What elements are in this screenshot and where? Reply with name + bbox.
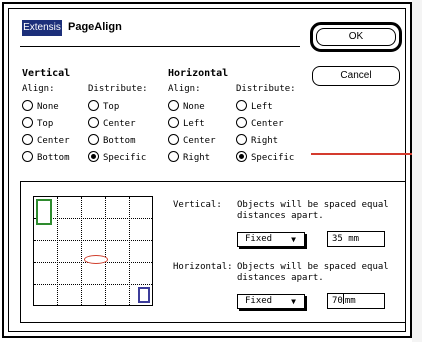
- radio-label: Left: [183, 119, 205, 129]
- horizontal-spacing-mode-popup[interactable]: Fixed ▼: [237, 294, 305, 309]
- radio-label: Bottom: [37, 153, 70, 163]
- title-divider: [20, 46, 300, 47]
- horizontal-distribute-label: Distribute:: [236, 84, 296, 94]
- horizontal-spacing-label: Horizontal:: [173, 262, 233, 272]
- horizontal-align-label: Align:: [168, 84, 201, 94]
- vertical-align-center-radio[interactable]: Center: [22, 134, 70, 148]
- grid-line: [57, 197, 58, 305]
- popup-arrow-icon: ▼: [291, 297, 296, 306]
- radio-circle-icon: [168, 100, 179, 111]
- radio-circle-icon: [168, 151, 179, 162]
- vertical-distribute-center-radio[interactable]: Center: [88, 117, 136, 131]
- horizontal-distribute-right-radio[interactable]: Right: [236, 134, 278, 148]
- radio-circle-icon: [22, 117, 33, 128]
- input-unit: mm: [344, 296, 356, 306]
- annotation-line: [311, 153, 420, 155]
- radio-label: Center: [37, 136, 70, 146]
- radio-circle-icon: [88, 100, 99, 111]
- radio-label: Top: [103, 102, 120, 112]
- radio-circle-icon: [22, 100, 33, 111]
- vertical-distribute-label: Distribute:: [88, 84, 148, 94]
- radio-label: Bottom: [103, 136, 136, 146]
- dialog-title: PageAlign: [68, 21, 122, 33]
- grid-line: [34, 284, 152, 285]
- extensis-logo: Extensis: [22, 20, 62, 36]
- grid-line: [129, 197, 130, 305]
- radio-circle-icon: [22, 134, 33, 145]
- radio-label: None: [183, 102, 205, 112]
- horizontal-distribute-left-radio[interactable]: Left: [236, 100, 273, 114]
- spacing-panel: Vertical: Objects will be spaced equal d…: [20, 181, 406, 323]
- horizontal-align-center-radio[interactable]: Center: [168, 134, 216, 148]
- radio-label: None: [37, 102, 59, 112]
- vertical-distribute-specific-radio[interactable]: Specific: [88, 151, 146, 165]
- ok-button-default-ring: OK: [310, 22, 402, 52]
- horizontal-spacing-description-2: distances apart.: [237, 273, 324, 283]
- vertical-spacing-description-2: distances apart.: [237, 211, 324, 221]
- preview-object-rectangle-green: [36, 199, 52, 225]
- vertical-align-none-radio[interactable]: None: [22, 100, 59, 114]
- radio-selected-icon: [236, 151, 247, 162]
- vertical-align-bottom-radio[interactable]: Bottom: [22, 151, 70, 165]
- preview-object-oval-red: [84, 255, 108, 264]
- preview-object-rectangle-blue: [138, 287, 150, 303]
- radio-label: Specific: [251, 153, 295, 163]
- radio-label: Left: [251, 102, 273, 112]
- radio-circle-icon: [236, 117, 247, 128]
- radio-label: Right: [251, 136, 279, 146]
- radio-label: Center: [251, 119, 284, 129]
- vertical-spacing-label: Vertical:: [173, 200, 222, 210]
- grid-line: [81, 197, 82, 305]
- popup-value: Fixed: [245, 234, 273, 244]
- vertical-distribute-bottom-radio[interactable]: Bottom: [88, 134, 136, 148]
- radio-circle-icon: [88, 134, 99, 145]
- popup-value: Fixed: [245, 296, 273, 306]
- grid-line: [105, 197, 106, 305]
- radio-circle-icon: [88, 117, 99, 128]
- radio-circle-icon: [236, 100, 247, 111]
- vertical-spacing-input[interactable]: 35 mm: [327, 231, 385, 247]
- radio-label: Top: [37, 119, 54, 129]
- cancel-button[interactable]: Cancel: [312, 66, 400, 86]
- horizontal-spacing-description: Objects will be spaced equal: [237, 262, 389, 272]
- layout-preview-grid: [33, 196, 153, 306]
- horizontal-distribute-specific-radio[interactable]: Specific: [236, 151, 294, 165]
- ok-button[interactable]: OK: [316, 28, 396, 46]
- popup-arrow-icon: ▼: [291, 235, 296, 244]
- radio-selected-icon: [88, 151, 99, 162]
- grid-line: [34, 240, 152, 241]
- radio-label: Right: [183, 153, 211, 163]
- horizontal-align-right-radio[interactable]: Right: [168, 151, 210, 165]
- horizontal-align-left-radio[interactable]: Left: [168, 117, 205, 131]
- radio-circle-icon: [22, 151, 33, 162]
- horizontal-spacing-input[interactable]: 70 mm: [327, 293, 385, 309]
- radio-circle-icon: [168, 134, 179, 145]
- horizontal-heading: Horizontal: [168, 68, 229, 79]
- radio-label: Center: [183, 136, 216, 146]
- horizontal-align-none-radio[interactable]: None: [168, 100, 205, 114]
- input-value: 70: [332, 296, 343, 306]
- text-caret: [342, 294, 344, 304]
- vertical-align-top-radio[interactable]: Top: [22, 117, 53, 131]
- vertical-spacing-description: Objects will be spaced equal: [237, 200, 389, 210]
- radio-label: Specific: [103, 153, 147, 163]
- background-edge: [412, 0, 422, 342]
- radio-circle-icon: [168, 117, 179, 128]
- vertical-align-label: Align:: [22, 84, 55, 94]
- horizontal-distribute-center-radio[interactable]: Center: [236, 117, 284, 131]
- radio-circle-icon: [236, 134, 247, 145]
- vertical-distribute-top-radio[interactable]: Top: [88, 100, 119, 114]
- vertical-spacing-mode-popup[interactable]: Fixed ▼: [237, 232, 305, 247]
- vertical-heading: Vertical: [22, 68, 71, 79]
- radio-label: Center: [103, 119, 136, 129]
